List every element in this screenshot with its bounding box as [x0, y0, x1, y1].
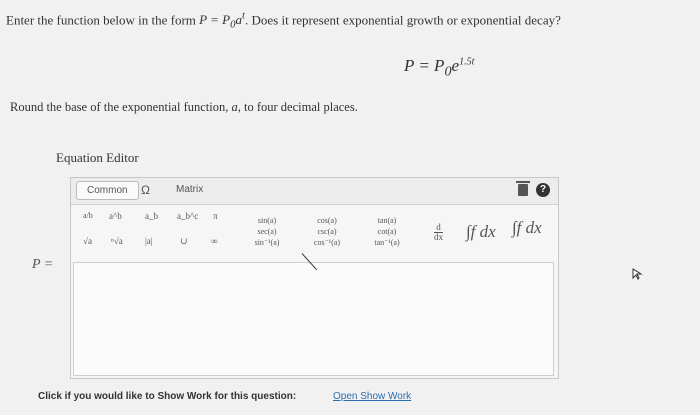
cot-button[interactable]: cot(a) [364, 226, 410, 237]
mouse-pointer-icon [632, 268, 643, 280]
subscript-button[interactable]: a_b [145, 211, 158, 221]
question-text: Enter the function below in the form P =… [6, 10, 561, 31]
arcsin-button[interactable]: sin⁻¹(a) [244, 237, 290, 248]
pi-button[interactable]: π [213, 211, 218, 221]
union-button[interactable]: ∪ [180, 236, 188, 247]
equation-editor-title: Equation Editor [56, 150, 139, 165]
csc-button[interactable]: csc(a) [304, 226, 350, 237]
sec-button[interactable]: sec(a) [244, 226, 290, 237]
sin-button[interactable]: sin(a) [244, 215, 290, 226]
given-function: P = P0e1.5t [404, 56, 475, 80]
infinity-button[interactable]: ∞ [211, 236, 217, 246]
show-work-prompt: Click if you would like to Show Work for… [38, 391, 297, 402]
derivative-button[interactable]: d dx [434, 223, 443, 242]
tab-matrix[interactable]: Matrix [176, 184, 203, 195]
tab-common[interactable]: Common [76, 181, 139, 200]
tan-button[interactable]: tan(a) [364, 215, 410, 226]
absolute-value-button[interactable]: |a| [145, 236, 153, 246]
nth-root-button[interactable]: ⁿ√a [111, 236, 123, 246]
definite-integral-button[interactable]: ∫f dx [512, 218, 542, 238]
arctan-button[interactable]: tan⁻¹(a) [364, 237, 410, 248]
answer-label: P = [32, 257, 54, 272]
trig-column-sin: sin(a) sec(a) sin⁻¹(a) [244, 215, 290, 248]
cos-button[interactable]: cos(a) [304, 215, 350, 226]
answer-input[interactable] [73, 262, 554, 376]
sqrt-button[interactable]: √a [83, 236, 92, 246]
sub-superscript-button[interactable]: a_b^c [177, 211, 198, 221]
editor-tab-bar: Common Ω Matrix ? [71, 178, 558, 205]
equation-editor: Common Ω Matrix ? a/b a^b a_b a_b^c π √a… [70, 177, 559, 379]
arccos-button[interactable]: cos⁻¹(a) [304, 237, 350, 248]
open-show-work-link[interactable]: Open Show Work [333, 391, 411, 402]
integral-button[interactable]: ∫f dx [466, 222, 496, 242]
tab-symbols[interactable]: Ω [141, 183, 150, 197]
trig-column-cos: cos(a) csc(a) cos⁻¹(a) [304, 215, 350, 248]
trig-column-tan: tan(a) cot(a) tan⁻¹(a) [364, 215, 410, 248]
derivative-numerator: d [436, 222, 441, 232]
round-instruction: Round the base of the exponential functi… [10, 100, 358, 114]
derivative-denominator: dx [434, 232, 443, 242]
trash-icon[interactable] [516, 181, 530, 196]
fraction-button[interactable]: a/b [83, 211, 93, 220]
help-icon[interactable]: ? [536, 183, 550, 197]
power-button[interactable]: a^b [109, 211, 122, 221]
